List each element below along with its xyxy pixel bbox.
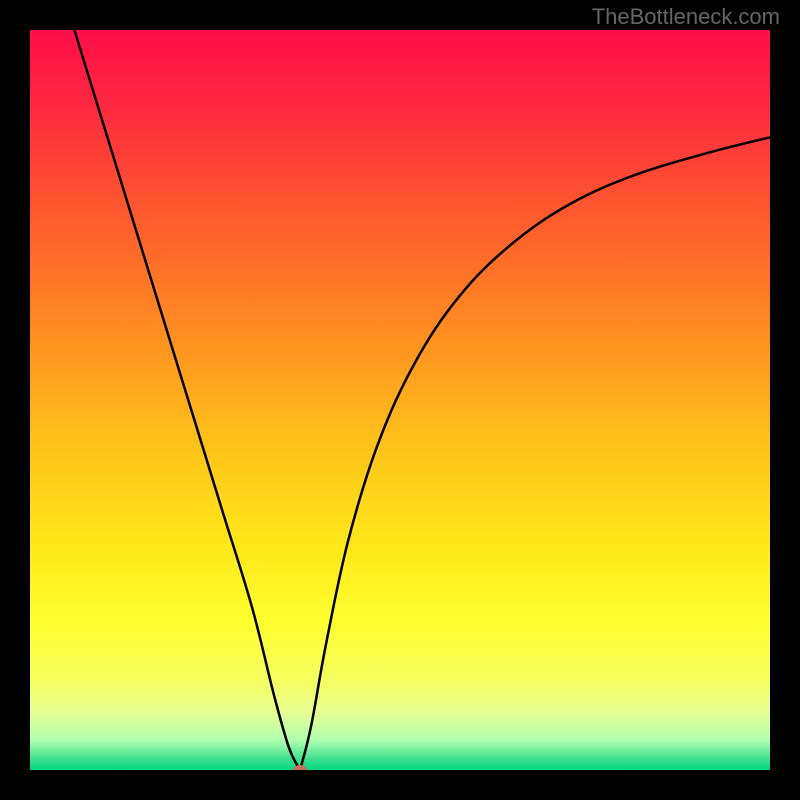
bottleneck-curve-right <box>300 137 770 770</box>
chart-container: TheBottleneck.com <box>0 0 800 800</box>
bottleneck-curve-left <box>74 30 300 770</box>
plot-area <box>30 30 770 770</box>
watermark-text: TheBottleneck.com <box>592 4 780 30</box>
curve-overlay <box>30 30 770 770</box>
minimum-marker <box>293 765 307 770</box>
